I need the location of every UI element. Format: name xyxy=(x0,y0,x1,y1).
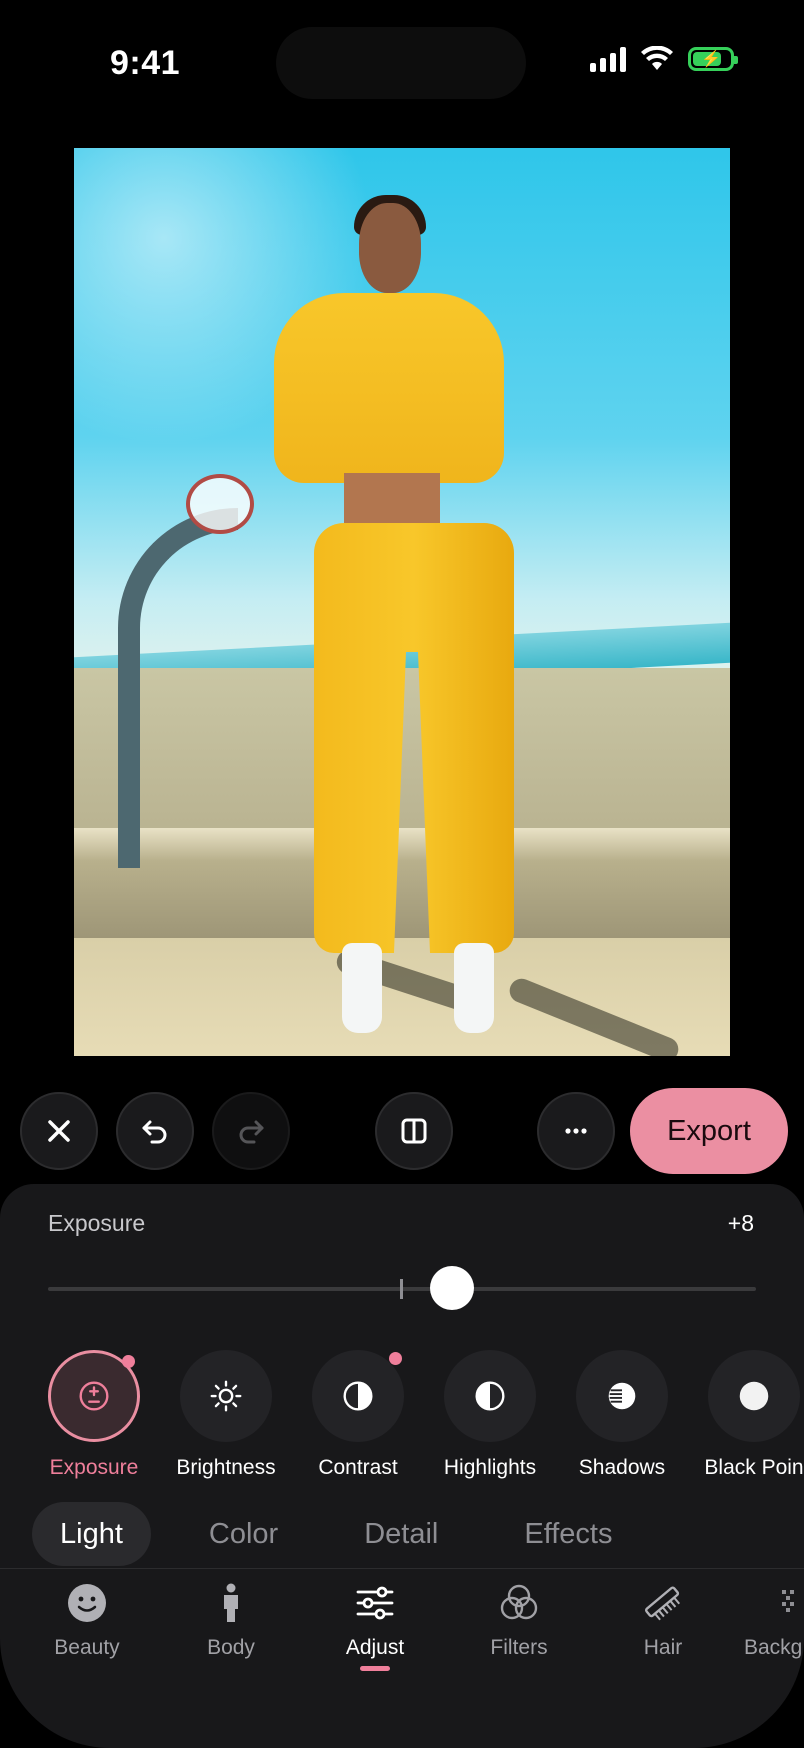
photo-subject-pants xyxy=(314,523,514,953)
photo-hoop-backboard xyxy=(186,474,254,534)
compare-split-icon xyxy=(401,1118,427,1144)
status-time: 9:41 xyxy=(110,44,181,82)
tool-row: Exposure Brightness Contrast Highlights … xyxy=(0,1350,804,1500)
tool-label: Exposure xyxy=(49,1456,139,1479)
photo-subject-boot xyxy=(454,943,494,1033)
nav-label: Body xyxy=(207,1636,255,1659)
tab-effects[interactable]: Effects xyxy=(496,1502,640,1566)
tool-black-point[interactable]: Black Poin xyxy=(688,1350,804,1480)
nav-adjust[interactable]: Adjust xyxy=(310,1578,440,1660)
adjustment-slider-zero-mark xyxy=(400,1279,403,1299)
tool-label: Shadows xyxy=(578,1456,666,1479)
cellular-signal-icon xyxy=(590,46,626,72)
editor-toolbar: Export xyxy=(0,1088,804,1174)
photo-subject-boot xyxy=(342,943,382,1033)
nav-label: Backg xyxy=(744,1636,803,1659)
more-icon xyxy=(565,1128,587,1134)
battery-charging-icon: ⚡ xyxy=(688,47,738,71)
contrast-icon xyxy=(343,1381,373,1411)
undo-icon xyxy=(142,1120,167,1144)
phone-screen: 9:41 ⚡ Export Exposure +8 Exposure Brigh… xyxy=(0,0,804,1748)
nav-label: Filters xyxy=(490,1636,548,1659)
wifi-icon xyxy=(641,46,673,70)
photo-subject-head xyxy=(359,203,421,293)
tool-label: Highlights xyxy=(443,1456,537,1479)
black-point-icon xyxy=(739,1381,769,1411)
tool-brightness[interactable]: Brightness xyxy=(160,1350,292,1480)
photo-subject xyxy=(274,195,534,1043)
adjustment-slider-thumb[interactable] xyxy=(430,1266,475,1310)
nav-label: Hair xyxy=(643,1636,683,1659)
tool-shadows[interactable]: Shadows xyxy=(556,1350,688,1480)
status-icons: ⚡ xyxy=(590,46,738,72)
modified-dot xyxy=(122,1355,135,1368)
tab-color[interactable]: Color xyxy=(181,1502,306,1566)
adjustment-label: Exposure xyxy=(48,1210,146,1236)
nav-beauty[interactable]: Beauty xyxy=(22,1578,152,1660)
background-icon xyxy=(782,1590,794,1612)
body-icon xyxy=(224,1583,238,1622)
filters-icon xyxy=(500,1584,538,1620)
photo-subject-hoodie xyxy=(274,293,504,483)
nav-divider xyxy=(0,1568,804,1569)
tool-label: Black Poin xyxy=(704,1456,804,1479)
redo-button[interactable] xyxy=(212,1092,290,1170)
adjust-icon xyxy=(356,1586,394,1620)
nav-label: Adjust xyxy=(345,1636,405,1659)
adjustment-value: +8 xyxy=(727,1210,754,1236)
exposure-icon xyxy=(79,1381,109,1411)
undo-button[interactable] xyxy=(116,1092,194,1170)
photo-canvas[interactable] xyxy=(74,148,730,1056)
modified-dot xyxy=(389,1352,402,1365)
beauty-icon xyxy=(68,1584,106,1622)
adjust-panel: Exposure +8 Exposure Brightness Contrast… xyxy=(0,1184,804,1748)
hair-icon xyxy=(644,1586,681,1621)
nav-label: Beauty xyxy=(54,1636,120,1659)
tab-light[interactable]: Light xyxy=(32,1502,151,1566)
category-tabs: Light Color Detail Effects xyxy=(32,1502,640,1566)
highlights-icon xyxy=(475,1381,505,1411)
close-button[interactable] xyxy=(20,1092,98,1170)
shadows-icon xyxy=(608,1382,636,1410)
export-button[interactable]: Export xyxy=(630,1088,788,1174)
redo-icon xyxy=(239,1120,264,1144)
tool-label: Brightness xyxy=(176,1456,276,1479)
dynamic-island xyxy=(276,27,526,99)
tool-label: Contrast xyxy=(318,1456,398,1479)
compare-button[interactable] xyxy=(375,1092,453,1170)
nav-background[interactable]: Backg xyxy=(730,1578,804,1660)
nav-filters[interactable]: Filters xyxy=(454,1578,584,1660)
more-button[interactable] xyxy=(537,1092,615,1170)
tool-exposure[interactable]: Exposure xyxy=(28,1350,160,1480)
tab-detail[interactable]: Detail xyxy=(336,1502,466,1566)
tool-highlights[interactable]: Highlights xyxy=(424,1350,556,1480)
close-icon xyxy=(48,1120,70,1142)
bottom-nav: Beauty Body Adjust Filters Hair Backg xyxy=(0,1578,804,1688)
nav-hair[interactable]: Hair xyxy=(598,1578,728,1660)
active-nav-indicator xyxy=(360,1666,390,1671)
nav-body[interactable]: Body xyxy=(166,1578,296,1660)
tool-contrast[interactable]: Contrast xyxy=(292,1350,424,1480)
brightness-icon xyxy=(210,1380,242,1412)
